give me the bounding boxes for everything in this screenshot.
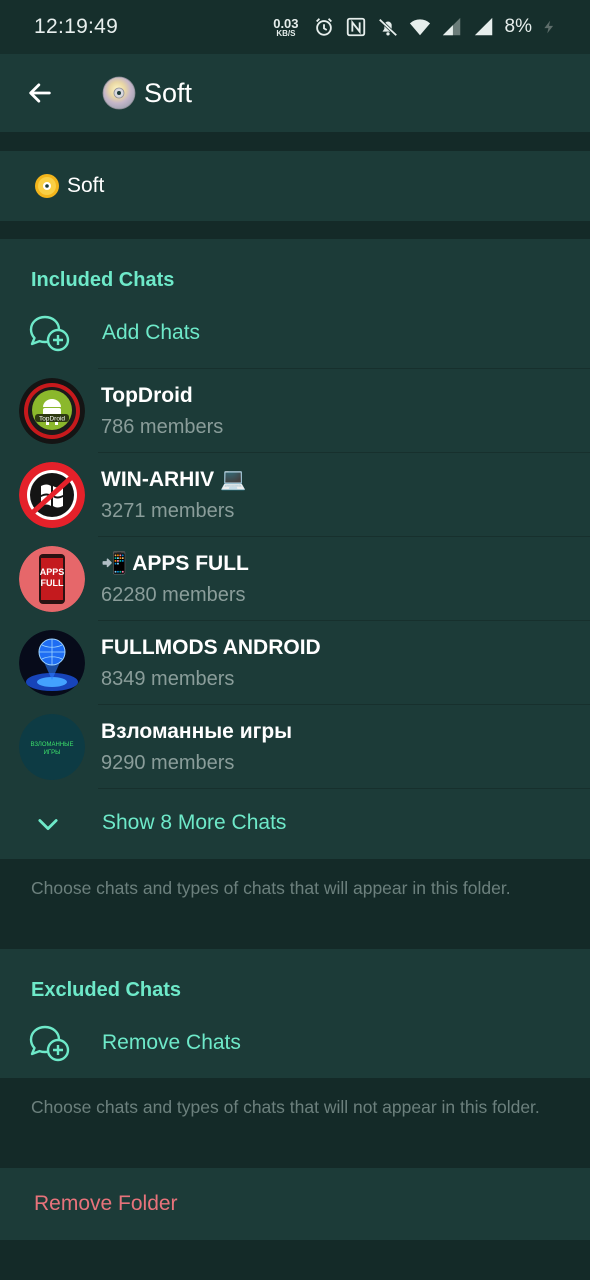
status-icons: 0.03 KB/S 8% [273,16,556,38]
show-more-label: Show 8 More Chats [102,811,287,834]
topdroid-logo-icon: TopDroid [19,378,85,444]
windows-logo-icon [19,462,85,528]
globe-hologram-icon [19,630,85,696]
excluded-chats-section: Excluded Chats Remove Chats [0,949,590,1078]
net-speed-value: 0.03 [273,15,299,31]
chat-members: 3271 members [101,500,235,522]
avatar [19,630,85,696]
hacked-games-logo-icon: ВЗЛОМАННЫЕ ИГРЫ [19,714,85,780]
divider [98,788,590,789]
back-button[interactable] [0,54,80,132]
avatar-text: FULL [41,578,64,588]
avatar [19,462,85,528]
avatar-text: ВЗЛОМАННЫЕ [31,742,74,748]
chat-name: WIN-ARHIV 💻 [101,468,247,491]
folder-name-value: Soft [67,174,105,197]
chat-members: 9290 members [101,752,235,774]
battery-percent: 8% [504,16,532,37]
divider [98,620,590,621]
divider [98,452,590,453]
chat-members: 786 members [101,416,224,438]
avatar: ВЗЛОМАННЫЕ ИГРЫ [19,714,85,780]
remove-chats-label: Remove Chats [102,1031,241,1054]
signal-icon [474,17,492,36]
avatar-text: APPS [40,567,65,577]
add-chats-label: Add Chats [102,321,201,344]
chat-members: 62280 members [101,584,246,606]
charging-icon [544,20,554,34]
divider [98,536,590,537]
add-chat-icon [29,315,70,352]
avatar-text: ИГРЫ [44,750,61,756]
chat-row-fullmods-android[interactable]: FULLMODS ANDROID 8349 members [0,620,590,704]
chat-row-win-arhiv[interactable]: WIN-ARHIV 💻 3271 members [0,452,590,536]
avatar: APPS FULL [19,546,85,612]
nfc-icon [346,17,365,37]
included-chats-header: Included Chats [31,269,175,291]
included-hint: Choose chats and types of chats that wil… [31,878,511,898]
title-wrap: Soft [102,76,192,110]
excluded-chats-header: Excluded Chats [31,979,182,1001]
chat-row-vzlomannye-igry[interactable]: ВЗЛОМАННЫЕ ИГРЫ Взломанные игры 9290 mem… [0,704,590,788]
net-speed-unit: KB/S [276,28,296,38]
chat-name: TopDroid [101,384,193,407]
remove-folder-button[interactable]: Remove Folder [0,1168,590,1240]
mute-icon [378,18,397,37]
dvd-disc-icon [35,174,59,198]
chat-name: FULLMODS ANDROID [101,636,321,659]
divider [98,704,590,705]
chat-row-apps-full[interactable]: APPS FULL 📲 APPS FULL 62280 members [0,536,590,620]
included-chats-section: Included Chats Add Chats TopDroid TopDro… [0,239,590,859]
chat-name: 📲 APPS FULL [101,552,249,575]
wifi-icon [409,19,430,36]
apps-full-logo-icon: APPS FULL [19,546,85,612]
avatar-text: TopDroid [39,416,65,423]
excluded-hint: Choose chats and types of chats that wil… [31,1097,540,1117]
chat-members: 8349 members [101,668,235,690]
avatar: TopDroid [19,378,85,444]
net-speed: 0.03 KB/S [273,17,298,38]
chat-row-topdroid[interactable]: TopDroid TopDroid 786 members [0,368,590,452]
remove-chats-button[interactable]: Remove Chats [0,1008,590,1078]
signal-icon [442,17,460,36]
alarm-icon [315,18,332,36]
back-arrow-icon [29,83,51,103]
app-bar: Soft [0,54,590,132]
remove-folder-label: Remove Folder [34,1192,178,1215]
status-bar: 12:19:49 0.03 KB/S 8% [0,0,590,54]
status-time: 12:19:49 [34,15,119,38]
cd-disc-icon [102,76,136,110]
folder-name-field[interactable]: Soft [0,151,590,221]
divider [98,368,590,369]
chevron-down-icon [38,819,58,831]
page-title: Soft [144,77,193,108]
add-chat-icon [29,1025,70,1062]
add-chats-button[interactable]: Add Chats [0,298,590,368]
show-more-chats-button[interactable]: Show 8 More Chats [0,788,590,859]
chat-name: Взломанные игры [101,720,293,743]
